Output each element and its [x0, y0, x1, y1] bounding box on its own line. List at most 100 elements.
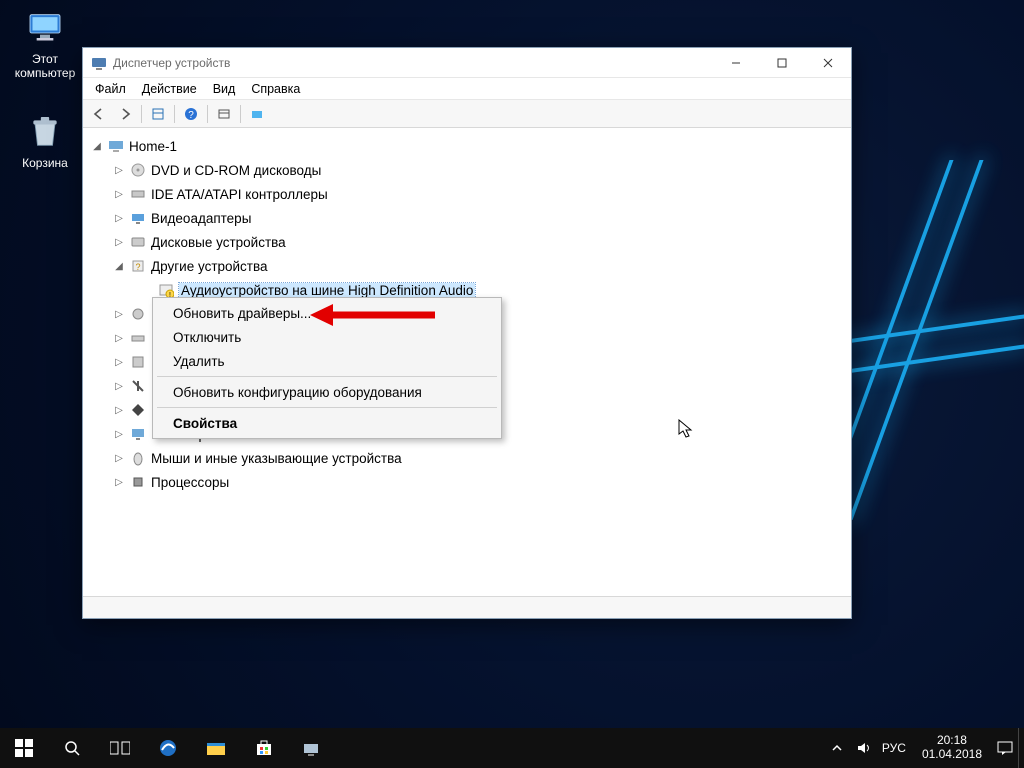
desktop-icon-this-pc[interactable]: Этот компьютер	[8, 8, 82, 81]
device-icon	[129, 305, 147, 323]
tree-label: Видеоадаптеры	[151, 211, 251, 226]
expand-icon[interactable]: ▷	[113, 404, 125, 416]
ctx-update-drivers[interactable]: Обновить драйверы...	[155, 301, 499, 325]
tree-label: DVD и CD-ROM дисководы	[151, 163, 321, 178]
expand-icon[interactable]: ▷	[113, 356, 125, 368]
taskbar-explorer[interactable]	[192, 728, 240, 768]
device-icon	[129, 353, 147, 371]
expand-icon[interactable]: ▷	[113, 164, 125, 176]
ctx-separator	[157, 407, 497, 408]
toolbar-back-button[interactable]	[87, 103, 111, 125]
expand-icon[interactable]: ▷	[113, 236, 125, 248]
system-tray: РУС 20:18 01.04.2018	[824, 728, 1024, 768]
taskbar-device-manager[interactable]	[288, 728, 336, 768]
expand-icon[interactable]: ▷	[113, 380, 125, 392]
desktop-icon-label: Этот компьютер	[8, 52, 82, 81]
monitor-icon	[129, 425, 147, 443]
context-menu: Обновить драйверы... Отключить Удалить О…	[152, 297, 502, 439]
disk-icon	[129, 233, 147, 251]
tree-label: IDE ATA/ATAPI контроллеры	[151, 187, 328, 202]
tree-category-cpu[interactable]: ▷ Процессоры	[83, 470, 851, 494]
recycle-bin-icon	[25, 112, 65, 152]
cpu-icon	[129, 473, 147, 491]
ctx-properties[interactable]: Свойства	[155, 411, 499, 435]
computer-icon	[25, 8, 65, 48]
toolbar: ?	[83, 100, 851, 128]
menubar: Файл Действие Вид Справка	[83, 78, 851, 100]
taskbar: РУС 20:18 01.04.2018	[0, 728, 1024, 768]
expand-icon[interactable]: ▷	[113, 452, 125, 464]
ctx-delete[interactable]: Удалить	[155, 349, 499, 373]
menu-help[interactable]: Справка	[243, 80, 308, 98]
device-icon	[129, 401, 147, 419]
tray-language[interactable]: РУС	[876, 741, 912, 755]
taskbar-store[interactable]	[240, 728, 288, 768]
taskbar-edge[interactable]	[144, 728, 192, 768]
tree-category-display[interactable]: ▷ Видеоадаптеры	[83, 206, 851, 230]
other-devices-icon: ?	[129, 257, 147, 275]
toolbar-separator	[207, 105, 208, 123]
menu-action[interactable]: Действие	[134, 80, 205, 98]
expand-icon[interactable]: ▷	[113, 308, 125, 320]
window-close-button[interactable]	[805, 48, 851, 78]
tree-root[interactable]: ◢ Home-1	[83, 134, 851, 158]
ctx-disable[interactable]: Отключить	[155, 325, 499, 349]
expand-icon[interactable]: ▷	[113, 476, 125, 488]
tray-volume-icon[interactable]	[850, 728, 876, 768]
collapse-icon[interactable]: ◢	[113, 260, 125, 272]
expand-icon[interactable]: ▷	[113, 212, 125, 224]
tree-label: Дисковые устройства	[151, 235, 286, 250]
window-title: Диспетчер устройств	[113, 56, 230, 70]
window-statusbar	[83, 596, 851, 618]
tree-category-other[interactable]: ◢? Другие устройства	[83, 254, 851, 278]
toolbar-help-button[interactable]: ?	[179, 103, 203, 125]
svg-text:?: ?	[135, 262, 140, 272]
ctx-rescan[interactable]: Обновить конфигурацию оборудования	[155, 380, 499, 404]
window-maximize-button[interactable]	[759, 48, 805, 78]
expand-icon[interactable]: ▷	[113, 332, 125, 344]
window-minimize-button[interactable]	[713, 48, 759, 78]
device-icon	[129, 329, 147, 347]
toolbar-separator	[174, 105, 175, 123]
tree-category-mice[interactable]: ▷ Мыши и иные указывающие устройства	[83, 446, 851, 470]
svg-text:?: ?	[188, 110, 194, 121]
disc-drive-icon	[129, 161, 147, 179]
tree-category-dvd[interactable]: ▷ DVD и CD-ROM дисководы	[83, 158, 851, 182]
expand-icon[interactable]: ▷	[113, 188, 125, 200]
tray-date: 01.04.2018	[922, 748, 982, 762]
mouse-cursor-icon	[678, 419, 694, 439]
mouse-icon	[129, 449, 147, 467]
tree-label: Процессоры	[151, 475, 229, 490]
controller-icon	[129, 185, 147, 203]
toolbar-separator	[240, 105, 241, 123]
tray-time: 20:18	[922, 734, 982, 748]
ctx-separator	[157, 376, 497, 377]
tray-clock[interactable]: 20:18 01.04.2018	[912, 734, 992, 762]
toolbar-forward-button[interactable]	[113, 103, 137, 125]
tree-label: Аудиоустройство на шине High Definition …	[179, 283, 475, 298]
desktop-icon-label: Корзина	[8, 156, 82, 170]
menu-view[interactable]: Вид	[205, 80, 244, 98]
start-button[interactable]	[0, 728, 48, 768]
expand-icon[interactable]: ▷	[113, 428, 125, 440]
desktop-icon-recycle-bin[interactable]: Корзина	[8, 112, 82, 170]
toolbar-scan-button[interactable]	[212, 103, 236, 125]
taskbar-taskview-button[interactable]	[96, 728, 144, 768]
taskbar-search-button[interactable]	[48, 728, 96, 768]
toolbar-properties-button[interactable]	[245, 103, 269, 125]
toolbar-show-hidden-button[interactable]	[146, 103, 170, 125]
tree-label: Другие устройства	[151, 259, 268, 274]
collapse-icon[interactable]: ◢	[91, 140, 103, 152]
toolbar-separator	[141, 105, 142, 123]
device-icon	[129, 377, 147, 395]
tray-action-center-icon[interactable]	[992, 728, 1018, 768]
show-desktop-button[interactable]	[1018, 728, 1024, 768]
tree-category-ide[interactable]: ▷ IDE ATA/ATAPI контроллеры	[83, 182, 851, 206]
display-adapter-icon	[129, 209, 147, 227]
tray-chevron-up-icon[interactable]	[824, 728, 850, 768]
tree-label: Home-1	[129, 139, 177, 154]
tree-category-disk[interactable]: ▷ Дисковые устройства	[83, 230, 851, 254]
menu-file[interactable]: Файл	[87, 80, 134, 98]
window-titlebar[interactable]: Диспетчер устройств	[83, 48, 851, 78]
tree-label: Мыши и иные указывающие устройства	[151, 451, 402, 466]
